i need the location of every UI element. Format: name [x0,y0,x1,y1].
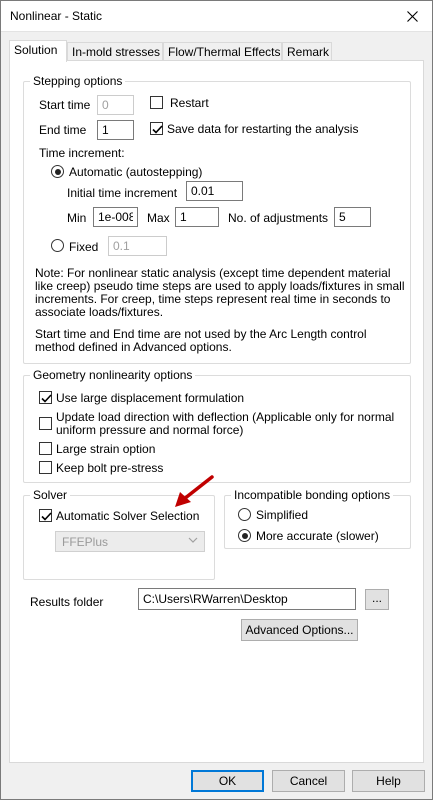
close-icon [406,10,418,22]
bonding-options-group: Incompatible bonding options Simplified … [224,488,411,549]
adjustments-label: No. of adjustments [228,211,329,225]
dialog-window: Nonlinear - Static Solution In-mold stre… [0,0,433,800]
tab-in-mold-stresses[interactable]: In-mold stresses [67,42,163,61]
title-bar: Nonlinear - Static [1,1,432,32]
restart-label: Restart [170,96,209,110]
checkmark-icon [152,125,163,134]
large-displacement-label: Use large displacement formulation [56,391,245,405]
update-load-label: Update load direction with deflection (A… [56,410,395,437]
stepping-options-group: Stepping options Start time Restart End … [23,74,411,364]
automatic-solver-label: Automatic Solver Selection [56,509,200,523]
chevron-down-icon [188,537,198,543]
simplified-label: Simplified [256,508,309,522]
more-accurate-label: More accurate (slower) [256,529,379,543]
start-time-input[interactable] [97,95,134,115]
radio-selected-dot [241,532,248,539]
solver-legend: Solver [30,488,71,502]
ok-button[interactable]: OK [191,770,264,792]
results-folder-input[interactable] [138,588,356,610]
solution-panel: Stepping options Start time Restart End … [9,60,424,763]
browse-button[interactable]: ... [365,589,389,610]
large-strain-checkbox[interactable] [39,442,52,455]
close-button[interactable] [392,1,432,31]
checkmark-icon [41,512,52,521]
large-strain-label: Large strain option [56,442,156,456]
tab-remark[interactable]: Remark [282,42,332,61]
annotation-arrow-icon [175,475,214,507]
bolt-prestress-label: Keep bolt pre-stress [56,461,164,475]
results-folder-label: Results folder [30,595,104,609]
save-data-label: Save data for restarting the analysis [167,122,359,136]
end-time-input[interactable] [97,120,134,140]
note-arc-length: Start time and End time are not used by … [35,327,367,354]
save-data-checkbox[interactable] [150,122,163,135]
fixed-label: Fixed [69,240,99,254]
restart-checkbox[interactable] [150,96,163,109]
radio-selected-dot [54,168,61,175]
max-input[interactable] [175,207,219,227]
automatic-label: Automatic (autostepping) [69,165,203,179]
bonding-options-legend: Incompatible bonding options [231,488,394,502]
solver-select-value: FFEPlus [62,535,109,549]
update-load-checkbox[interactable] [39,417,52,430]
fixed-input[interactable] [108,236,167,256]
initial-increment-input[interactable] [186,181,243,201]
time-increment-label: Time increment: [39,146,125,160]
large-displacement-checkbox[interactable] [39,391,52,404]
stepping-options-legend: Stepping options [30,74,126,88]
bolt-prestress-checkbox[interactable] [39,461,52,474]
note-text: Note: For nonlinear static analysis (exc… [35,266,405,319]
adjustments-input[interactable] [334,207,371,227]
cancel-button[interactable]: Cancel [272,770,345,792]
geometry-options-group: Geometry nonlinearity options Use large … [23,368,411,483]
initial-increment-label: Initial time increment [67,186,178,200]
start-time-label: Start time [39,98,91,112]
max-label: Max [147,211,170,225]
checkmark-icon [41,394,52,403]
end-time-label: End time [39,123,87,137]
solver-select[interactable]: FFEPlus [55,531,205,552]
geometry-options-legend: Geometry nonlinearity options [30,368,196,382]
fixed-radio[interactable] [51,239,64,252]
automatic-solver-checkbox[interactable] [39,509,52,522]
advanced-options-button[interactable]: Advanced Options... [241,619,358,641]
help-button[interactable]: Help [352,770,425,792]
min-label: Min [67,211,87,225]
automatic-radio[interactable] [51,165,64,178]
simplified-radio[interactable] [238,508,251,521]
tab-flow-thermal-effects[interactable]: Flow/Thermal Effects [163,42,282,61]
tab-solution[interactable]: Solution [9,40,67,62]
window-title: Nonlinear - Static [10,9,103,23]
more-accurate-radio[interactable] [238,529,251,542]
min-input[interactable] [93,207,138,227]
